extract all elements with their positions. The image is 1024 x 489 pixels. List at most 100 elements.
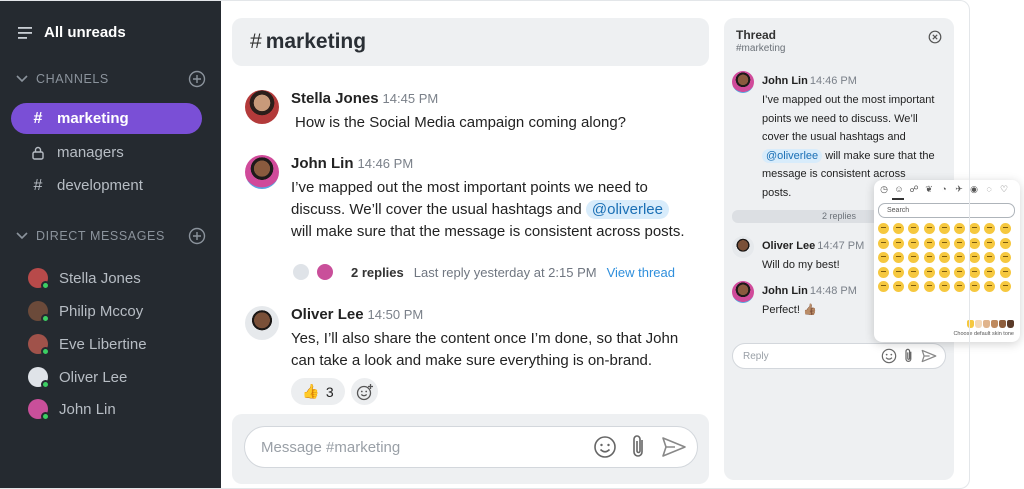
emoji-option[interactable] [953, 281, 965, 293]
dm-item-eve-libertine[interactable]: Eve Libertine [28, 334, 147, 356]
avatar[interactable] [732, 236, 754, 258]
emoji-option[interactable] [878, 281, 889, 293]
emoji-option[interactable] [953, 252, 965, 264]
emoji-option[interactable] [938, 223, 950, 234]
send-icon[interactable] [661, 435, 687, 459]
skin-tone-option[interactable] [967, 320, 974, 328]
reply-count[interactable]: 2 replies [351, 265, 404, 280]
ball-icon[interactable]: ◉ [969, 184, 979, 195]
emoji-option[interactable] [984, 266, 996, 278]
avatar[interactable] [245, 90, 279, 124]
attachment-icon[interactable] [629, 434, 649, 460]
emoji-option[interactable] [923, 237, 935, 249]
emoji-option[interactable] [878, 252, 889, 264]
emoji-icon[interactable] [593, 435, 617, 459]
smiley-icon[interactable]: ☺ [894, 184, 904, 195]
emoji-option[interactable] [969, 281, 981, 293]
clock-icon[interactable]: ◷ [879, 184, 889, 195]
channels-header[interactable]: CHANNELS [16, 70, 206, 88]
heart-icon[interactable]: ♡ [999, 184, 1009, 195]
emoji-option[interactable] [999, 237, 1011, 249]
reaction-thumbs-up[interactable]: 👍 3 [291, 378, 345, 405]
emoji-option[interactable] [893, 223, 905, 234]
emoji-option[interactable] [984, 223, 996, 234]
emoji-option[interactable] [878, 237, 889, 249]
emoji-option[interactable] [908, 281, 920, 293]
emoji-option[interactable] [938, 237, 950, 249]
leaf-icon[interactable]: ❦ [924, 184, 934, 195]
emoji-option[interactable] [999, 252, 1011, 264]
emoji-option[interactable] [984, 281, 996, 293]
add-reaction-button[interactable] [351, 378, 378, 405]
message-author[interactable]: John Lin [762, 75, 808, 87]
emoji-option[interactable] [923, 252, 935, 264]
skin-tone-selector[interactable] [967, 320, 1014, 328]
skin-tone-option[interactable] [983, 320, 990, 328]
emoji-option[interactable] [984, 237, 996, 249]
dm-item-stella-jones[interactable]: Stella Jones [28, 268, 141, 290]
emoji-option[interactable] [938, 266, 950, 278]
reply-input[interactable]: Reply [732, 343, 946, 369]
emoji-option[interactable] [969, 252, 981, 264]
message-author[interactable]: John Lin [291, 155, 354, 172]
close-icon[interactable] [928, 30, 942, 44]
view-thread-link[interactable]: View thread [607, 265, 675, 280]
add-dm-icon[interactable] [188, 227, 206, 245]
skin-tone-option[interactable] [991, 320, 998, 328]
skin-tone-option[interactable] [999, 320, 1006, 328]
emoji-option[interactable] [999, 266, 1011, 278]
emoji-search-input[interactable]: Search [878, 203, 1015, 218]
emoji-option[interactable] [969, 223, 981, 234]
emoji-option[interactable] [999, 281, 1011, 293]
send-icon[interactable] [921, 348, 937, 364]
emoji-option[interactable] [999, 223, 1011, 234]
dm-item-john-lin[interactable]: John Lin [28, 399, 116, 421]
attachment-icon[interactable] [903, 348, 915, 364]
emoji-option[interactable] [984, 252, 996, 264]
emoji-option[interactable] [923, 281, 935, 293]
mention-link[interactable]: @oliverlee [585, 200, 669, 219]
emoji-option[interactable] [923, 266, 935, 278]
all-unreads[interactable]: All unreads [18, 24, 126, 41]
emoji-option[interactable] [923, 223, 935, 234]
avatar[interactable] [245, 155, 279, 189]
avatar[interactable] [245, 306, 279, 340]
emoji-option[interactable] [878, 266, 889, 278]
emoji-option[interactable] [953, 223, 965, 234]
dm-item-philip-mccoy[interactable]: Philip Mccoy [28, 301, 143, 323]
mention-link[interactable]: @oliverlee [762, 148, 823, 163]
emoji-option[interactable] [893, 281, 905, 293]
emoji-option[interactable] [893, 237, 905, 249]
plane-icon[interactable]: ✈ [954, 184, 964, 195]
direct-messages-header[interactable]: DIRECT MESSAGES [16, 227, 206, 245]
emoji-option[interactable] [953, 237, 965, 249]
message-author[interactable]: Stella Jones [291, 90, 379, 107]
skin-tone-option[interactable] [1007, 320, 1014, 328]
dm-item-oliver-lee[interactable]: Oliver Lee [28, 367, 127, 389]
channel-item-marketing[interactable]: # marketing [11, 103, 202, 134]
person-icon[interactable]: ☍ [909, 184, 919, 195]
emoji-option[interactable] [969, 237, 981, 249]
emoji-option[interactable] [908, 223, 920, 234]
avatar[interactable] [732, 281, 754, 303]
emoji-option[interactable] [969, 266, 981, 278]
emoji-option[interactable] [938, 252, 950, 264]
channel-item-managers[interactable]: managers [11, 137, 202, 168]
emoji-option[interactable] [953, 266, 965, 278]
emoji-option[interactable] [893, 252, 905, 264]
avatar[interactable] [732, 71, 754, 93]
bulb-icon[interactable]: ◌ [984, 184, 994, 195]
thread-summary[interactable]: 2 replies Last reply yesterday at 2:15 P… [291, 262, 675, 282]
message-author[interactable]: Oliver Lee [762, 240, 815, 252]
food-icon[interactable]: ◔ [939, 184, 949, 195]
emoji-option[interactable] [893, 266, 905, 278]
message-author[interactable]: Oliver Lee [291, 306, 364, 323]
emoji-option[interactable] [878, 223, 889, 234]
emoji-icon[interactable] [881, 348, 897, 364]
message-author[interactable]: John Lin [762, 285, 808, 297]
add-channel-icon[interactable] [188, 70, 206, 88]
emoji-option[interactable] [908, 266, 920, 278]
emoji-option[interactable] [908, 252, 920, 264]
skin-tone-option[interactable] [975, 320, 982, 328]
message-input[interactable]: Message #marketing [244, 426, 698, 468]
